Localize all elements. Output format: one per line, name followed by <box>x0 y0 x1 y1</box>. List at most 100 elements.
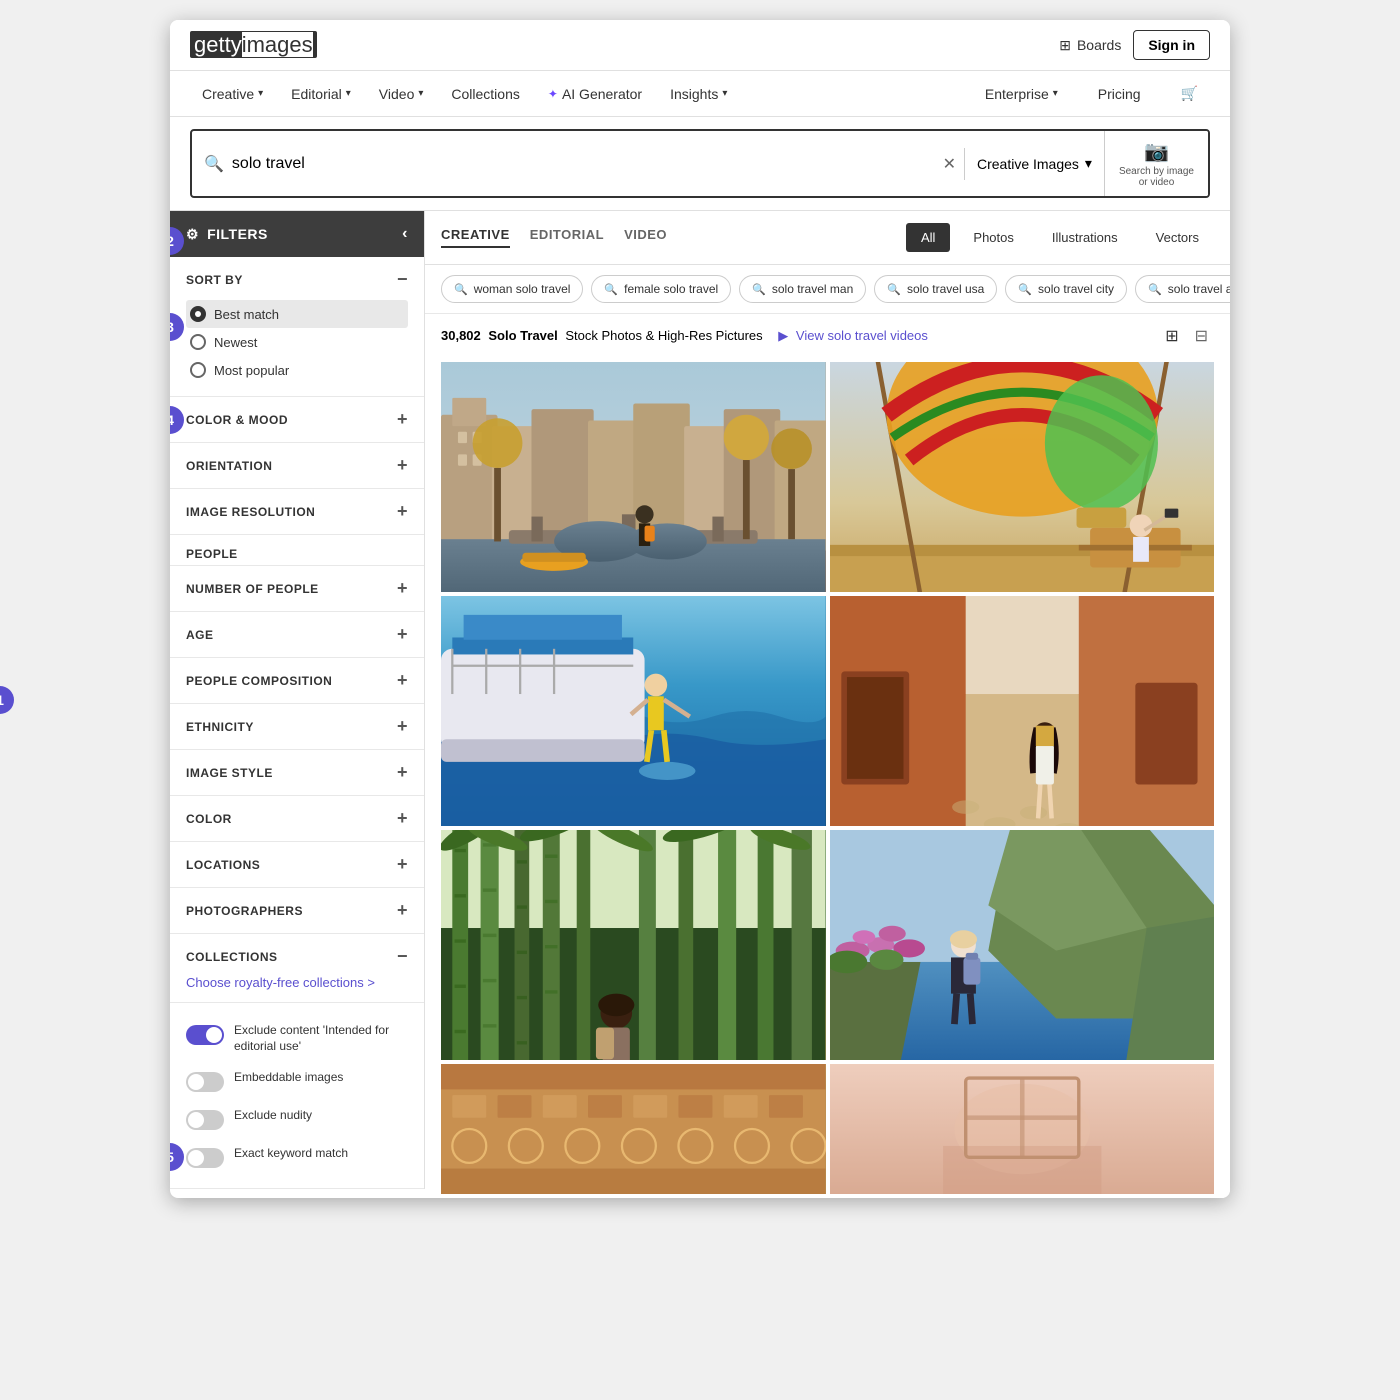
color-mood-section: 4 COLOR & MOOD + <box>170 397 424 443</box>
result-stats: 30,802 Solo Travel Stock Photos & High-R… <box>425 314 1230 358</box>
image-resolution-header[interactable]: IMAGE RESOLUTION + <box>186 501 408 522</box>
view-videos-link[interactable]: ▶ View solo travel videos <box>778 328 928 343</box>
plus-icon: + <box>397 624 408 645</box>
image-bottom2 <box>830 1064 1215 1194</box>
image-card-coastal[interactable] <box>830 830 1215 1060</box>
search-bar: 1 🔍 ✕ Creative Images ▾ 📷 Search by imag… <box>190 129 1210 198</box>
search-by-image-button[interactable]: 📷 Search by imageor video <box>1104 131 1208 196</box>
nav-item-collections[interactable]: Collections <box>439 72 531 116</box>
logo-text: gettyimages <box>190 31 317 58</box>
nav-left: Creative ▾ Editorial ▾ Video ▾ Collectio… <box>190 72 973 116</box>
radio-dot <box>190 306 206 322</box>
nav-item-pricing[interactable]: Pricing <box>1086 72 1153 116</box>
suggestion-solo-city[interactable]: 🔍 solo travel city <box>1005 275 1127 303</box>
sort-newest[interactable]: Newest <box>186 328 408 356</box>
toggle-exact-keyword: 5 Exact keyword match <box>186 1138 408 1176</box>
locations-section: LOCATIONS + <box>170 842 424 888</box>
image-style-section: IMAGE STYLE + <box>170 750 424 796</box>
search-icon: 🔍 <box>454 283 468 296</box>
ethnicity-header[interactable]: ETHNICITY + <box>186 716 408 737</box>
people-composition-section: PEOPLE COMPOSITION + <box>170 658 424 704</box>
locations-header[interactable]: LOCATIONS + <box>186 854 408 875</box>
nav-item-editorial[interactable]: Editorial ▾ <box>279 72 363 116</box>
toggle-exact-keyword-match[interactable] <box>186 1148 224 1168</box>
people-heading: PEOPLE <box>186 547 408 561</box>
step-badge-3: 3 <box>170 313 184 341</box>
sort-most-popular[interactable]: Most popular <box>186 356 408 384</box>
orientation-header[interactable]: ORIENTATION + <box>186 455 408 476</box>
type-illustrations-button[interactable]: Illustrations <box>1037 223 1133 252</box>
image-card-boat[interactable] <box>441 596 826 826</box>
collections-header[interactable]: COLLECTIONS − <box>186 946 408 967</box>
suggestion-woman-solo[interactable]: 🔍 woman solo travel <box>441 275 583 303</box>
suggestion-solo-man[interactable]: 🔍 solo travel man <box>739 275 866 303</box>
nav-right: Enterprise ▾ Pricing 🛒 <box>973 71 1210 116</box>
age-header[interactable]: AGE + <box>186 624 408 645</box>
type-photos-button[interactable]: Photos <box>958 223 1028 252</box>
image-card-amsterdam[interactable] <box>441 362 826 592</box>
sort-best-match[interactable]: Best match <box>186 300 408 328</box>
suggestion-solo-usa[interactable]: 🔍 solo travel usa <box>874 275 997 303</box>
plus-icon: + <box>397 670 408 691</box>
nav-item-ai-generator[interactable]: ✦ AI Generator <box>536 72 654 116</box>
search-bar-area: 1 🔍 ✕ Creative Images ▾ 📷 Search by imag… <box>170 117 1230 211</box>
color-header[interactable]: COLOR + <box>186 808 408 829</box>
toggle-exclude-editorial[interactable] <box>186 1025 224 1045</box>
plus-icon: + <box>397 716 408 737</box>
tabs-right: All Photos Illustrations Vectors <box>906 223 1214 252</box>
toggle-embeddable-images[interactable] <box>186 1072 224 1092</box>
color-mood-header[interactable]: COLOR & MOOD + <box>186 409 408 430</box>
image-card-alley[interactable] <box>830 596 1215 826</box>
sidebar-header: ⚙ FILTERS ‹ <box>170 211 424 257</box>
toggle-exclude-nudity[interactable] <box>186 1110 224 1130</box>
radio-dot <box>190 334 206 350</box>
tab-video[interactable]: VIDEO <box>624 227 667 248</box>
plus-icon: + <box>397 808 408 829</box>
people-heading-section: PEOPLE <box>170 535 424 566</box>
image-card-bamboo[interactable] <box>441 830 826 1060</box>
grid-view-button[interactable]: ⊞ <box>1159 322 1184 350</box>
photographers-header[interactable]: PHOTOGRAPHERS + <box>186 900 408 921</box>
number-of-people-header[interactable]: NUMBER OF PEOPLE + <box>186 578 408 599</box>
search-icon: 🔍 <box>204 154 224 174</box>
sort-by-section: 3 SORT BY − Best match Newest <box>170 257 424 397</box>
sidebar-wrapper: 2 ⚙ FILTERS ‹ 3 SORT BY − <box>170 211 425 1198</box>
image-hotair <box>830 362 1215 592</box>
plus-icon: + <box>397 854 408 875</box>
suggestion-solo-airport[interactable]: 🔍 solo travel airport <box>1135 275 1230 303</box>
image-card-hotair[interactable] <box>830 362 1215 592</box>
search-icon: 🔍 <box>887 283 901 296</box>
sort-by-header[interactable]: SORT BY − <box>186 269 408 290</box>
boards-button[interactable]: ⊞ Boards <box>1059 37 1121 54</box>
search-clear-button[interactable]: ✕ <box>935 154 964 174</box>
list-view-button[interactable]: ⊟ <box>1189 322 1214 350</box>
chevron-down-icon: ▾ <box>1085 155 1092 172</box>
tab-editorial[interactable]: EDITORIAL <box>530 227 604 248</box>
boards-icon: ⊞ <box>1059 37 1071 54</box>
image-card-bottom2[interactable] <box>830 1064 1215 1194</box>
royalty-free-link[interactable]: Choose royalty-free collections > <box>186 975 408 990</box>
photographers-section: PHOTOGRAPHERS + <box>170 888 424 934</box>
logo[interactable]: gettyimages <box>190 32 317 58</box>
image-card-bottom1[interactable] <box>441 1064 826 1194</box>
sign-in-button[interactable]: Sign in <box>1133 30 1210 60</box>
plus-icon: + <box>397 578 408 599</box>
type-vectors-button[interactable]: Vectors <box>1141 223 1214 252</box>
image-style-header[interactable]: IMAGE STYLE + <box>186 762 408 783</box>
search-type-selector[interactable]: Creative Images ▾ <box>965 155 1104 172</box>
nav-item-creative[interactable]: Creative ▾ <box>190 72 275 116</box>
tab-creative[interactable]: CREATIVE <box>441 227 510 248</box>
view-toggle: ⊞ ⊟ <box>1159 322 1214 350</box>
toggle-editorial: Exclude content 'Intended for editorial … <box>186 1015 408 1062</box>
people-composition-header[interactable]: PEOPLE COMPOSITION + <box>186 670 408 691</box>
nav-item-insights[interactable]: Insights ▾ <box>658 72 739 116</box>
nav-item-video[interactable]: Video ▾ <box>367 72 436 116</box>
top-nav: gettyimages ⊞ Boards Sign in <box>170 20 1230 71</box>
suggestion-female-solo[interactable]: 🔍 female solo travel <box>591 275 731 303</box>
sidebar-collapse-button[interactable]: ‹ <box>402 225 408 243</box>
nav-item-enterprise[interactable]: Enterprise ▾ <box>973 72 1070 116</box>
type-all-button[interactable]: All <box>906 223 950 252</box>
cart-icon[interactable]: 🛒 <box>1169 71 1210 116</box>
chevron-down-icon: ▾ <box>418 88 423 99</box>
search-input[interactable] <box>232 145 923 183</box>
